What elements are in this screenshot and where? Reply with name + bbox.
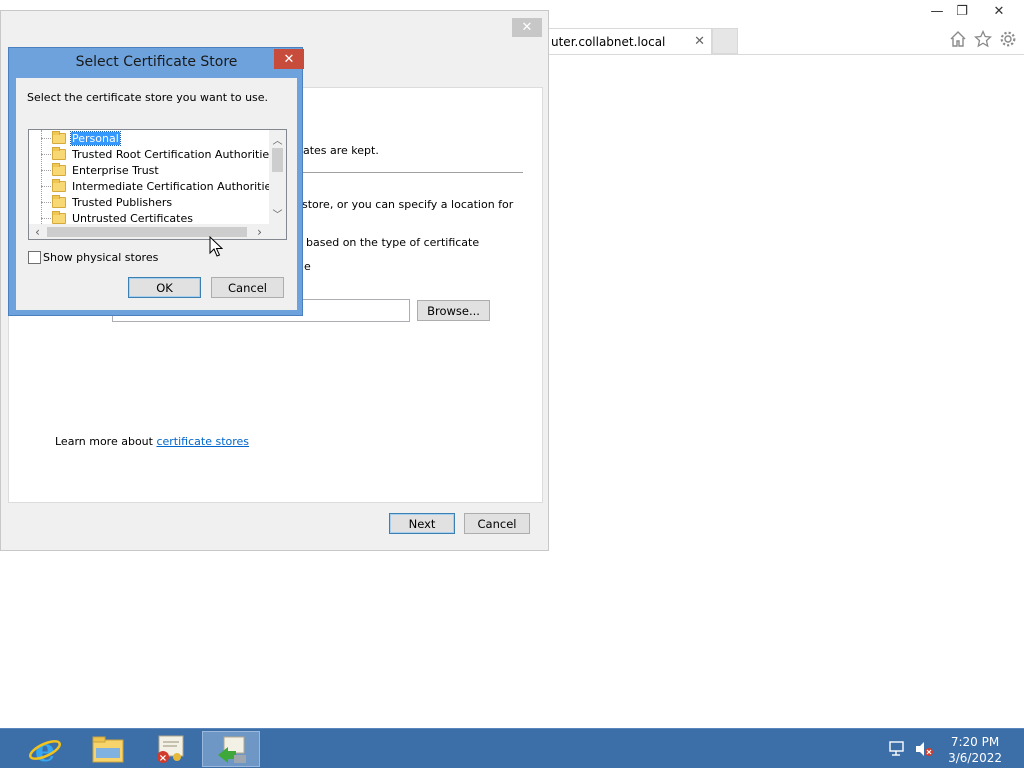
learn-more-text: Learn more about certificate stores [55, 435, 249, 448]
tree-item-intermediate[interactable]: Intermediate Certification Authorities [29, 179, 277, 195]
browser-close-button[interactable]: ✕ [982, 0, 1016, 22]
certificate-stores-link[interactable]: certificate stores [156, 435, 249, 448]
tree-connector [41, 202, 51, 203]
wizard-text-e: e [304, 260, 311, 273]
tree-item-label: Trusted Root Certification Authorities [72, 148, 275, 161]
scroll-right-icon[interactable]: › [251, 225, 268, 239]
dialog-body: Select the certificate store you want to… [16, 78, 297, 310]
show-physical-stores-label: Show physical stores [43, 251, 159, 264]
wizard-cancel-button[interactable]: Cancel [464, 513, 530, 534]
scroll-left-icon[interactable]: ‹ [29, 225, 46, 239]
tray-date: 3/6/2022 [948, 751, 1002, 765]
svg-text:×: × [159, 753, 167, 764]
tab-title: uter.collabnet.local [551, 35, 666, 49]
next-button[interactable]: Next [389, 513, 455, 534]
certificate-manager-icon[interactable]: × [141, 731, 199, 767]
tree-item-label: Enterprise Trust [72, 164, 159, 177]
tree-connector [41, 154, 51, 155]
network-icon[interactable] [889, 741, 907, 760]
wizard-text-kept: ficates are kept. [290, 144, 379, 157]
folder-icon [52, 147, 66, 160]
new-tab-button[interactable] [712, 28, 738, 54]
home-icon[interactable] [948, 29, 968, 49]
certificate-import-wizard-icon[interactable] [202, 731, 260, 767]
tree-item-enterprise-trust[interactable]: Enterprise Trust [29, 163, 269, 179]
tree-connector [41, 138, 51, 139]
tree-vertical-scrollbar[interactable]: ︿ ﹀ [269, 130, 286, 224]
file-explorer-icon[interactable] [79, 731, 137, 767]
dialog-close-button[interactable]: ✕ [274, 49, 304, 69]
dialog-title: Select Certificate Store [75, 54, 238, 70]
folder-icon [52, 131, 66, 144]
wizard-text-store: store, or you can specify a location for [302, 198, 514, 211]
select-certificate-store-dialog: Select Certificate Store ✕ Select the ce… [8, 47, 304, 316]
certificate-store-tree[interactable]: Personal Trusted Root Certification Auth… [28, 129, 287, 240]
wizard-close-button[interactable]: ✕ [512, 18, 542, 37]
svg-text:e: e [35, 732, 55, 766]
gear-icon[interactable] [998, 29, 1018, 49]
mouse-cursor-icon [209, 235, 224, 261]
tree-item-label: Trusted Publishers [72, 196, 173, 209]
browser-tab[interactable]: uter.collabnet.local ✕ [548, 28, 712, 54]
browse-button[interactable]: Browse... [417, 300, 490, 321]
scroll-up-icon[interactable]: ︿ [269, 132, 286, 147]
taskbar: e × 7:20 PM 3/6/2022 [0, 728, 1024, 768]
tab-close-icon[interactable]: ✕ [694, 34, 705, 49]
tree-item-trusted-publishers[interactable]: Trusted Publishers [29, 195, 269, 211]
folder-icon [52, 179, 66, 192]
tab-divider [548, 54, 1024, 55]
scroll-down-icon[interactable]: ﹀ [269, 206, 286, 221]
tray-time: 7:20 PM [950, 735, 1000, 749]
tree-connector [41, 170, 51, 171]
tree-item-personal[interactable]: Personal [29, 131, 269, 147]
wizard-separator [279, 172, 523, 173]
ok-button[interactable]: OK [128, 277, 201, 298]
vertical-scroll-thumb[interactable] [272, 148, 283, 172]
tree-horizontal-scrollbar[interactable]: ‹ › [29, 224, 286, 239]
folder-icon [52, 163, 66, 176]
learn-more-prefix: Learn more about [55, 435, 157, 448]
tree-item-label: Personal [70, 131, 121, 146]
star-icon[interactable] [973, 29, 993, 49]
dialog-cancel-button[interactable]: Cancel [211, 277, 284, 298]
browser-restore-button[interactable]: ❐ [945, 0, 979, 22]
show-physical-stores-checkbox[interactable] [28, 251, 41, 264]
speaker-muted-icon[interactable] [914, 741, 934, 760]
tree-item-label: Intermediate Certification Authorities [72, 180, 278, 193]
internet-explorer-icon[interactable]: e [16, 731, 74, 767]
tray-clock[interactable]: 7:20 PM 3/6/2022 [948, 734, 1002, 766]
dialog-prompt: Select the certificate store you want to… [27, 91, 269, 104]
wizard-text-type: based on the type of certificate [306, 236, 480, 249]
tree-connector [41, 186, 51, 187]
tree-item-trusted-root[interactable]: Trusted Root Certification Authorities [29, 147, 275, 163]
folder-icon [52, 211, 66, 224]
tree-connector [41, 218, 51, 219]
folder-icon [52, 195, 66, 208]
